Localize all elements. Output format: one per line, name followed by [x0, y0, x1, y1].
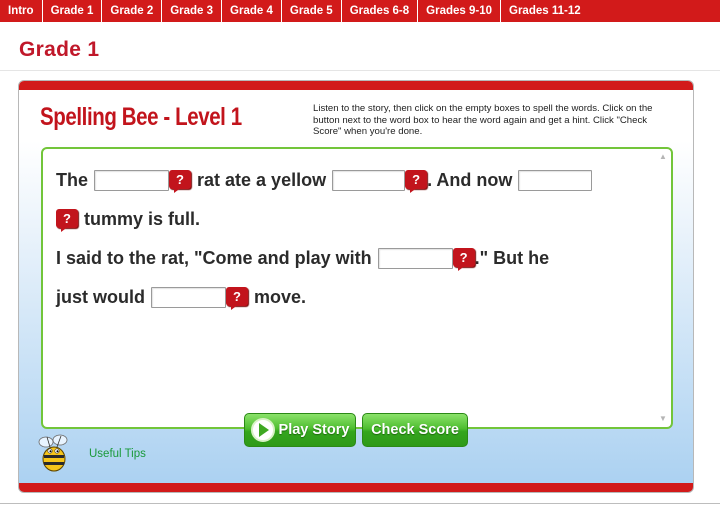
- hint-bubble-icon[interactable]: ?: [226, 287, 248, 310]
- tab-grades-9-10[interactable]: Grades 9-10: [418, 0, 502, 22]
- story-text: . And now: [427, 170, 513, 190]
- hint-bubble-icon[interactable]: ?: [405, 170, 428, 193]
- scroll-down-icon[interactable]: ▼: [659, 415, 667, 423]
- tab-grades-11-12[interactable]: Grades 11-12: [501, 0, 589, 22]
- tab-grade-3[interactable]: Grade 3: [162, 0, 223, 22]
- page-title: Grade 1: [19, 38, 100, 61]
- spelling-game-panel: Spelling Bee - Level 1 Listen to the sto…: [18, 80, 694, 493]
- tab-intro[interactable]: Intro: [0, 0, 43, 22]
- story-text: I said to the rat, "Come and play with: [56, 248, 372, 268]
- tab-grade-4[interactable]: Grade 4: [222, 0, 282, 22]
- play-icon: [250, 418, 275, 442]
- play-story-label: Play Story: [278, 422, 350, 438]
- title-divider: [0, 70, 720, 71]
- story-line: I said to the rat, "Come and play with ?…: [56, 248, 550, 271]
- check-score-label: Check Score: [371, 422, 459, 438]
- tab-grade-1[interactable]: Grade 1: [43, 0, 103, 22]
- story-text: ." But he: [474, 248, 550, 268]
- story-text: tummy is full.: [84, 209, 201, 229]
- word-input-2[interactable]: [332, 170, 406, 191]
- tab-grade-2[interactable]: Grade 2: [102, 0, 163, 22]
- story-line: The ? rat ate a yellow ? . And now: [56, 170, 593, 193]
- check-score-button[interactable]: Check Score: [362, 413, 468, 447]
- story-text: The: [56, 170, 89, 190]
- story-line: just would ? move.: [56, 287, 307, 310]
- tab-grades-6-8[interactable]: Grades 6-8: [342, 0, 419, 22]
- useful-tips-link[interactable]: Useful Tips: [89, 448, 146, 460]
- word-input-1[interactable]: [94, 170, 170, 191]
- page-bottom-divider: [0, 503, 720, 504]
- play-story-button[interactable]: Play Story: [244, 413, 356, 447]
- hint-bubble-icon[interactable]: ?: [169, 170, 192, 193]
- bee-icon: [38, 434, 68, 472]
- hint-bubble-icon[interactable]: ?: [56, 209, 78, 232]
- story-text: just would: [56, 287, 145, 307]
- word-input-5[interactable]: [151, 287, 226, 308]
- story-text: rat ate a yellow: [197, 170, 327, 190]
- scroll-up-icon[interactable]: ▲: [659, 153, 667, 161]
- game-instructions: Listen to the story, then click on the e…: [313, 103, 653, 137]
- game-bottom-bar: [19, 483, 693, 492]
- game-top-bar: [19, 81, 693, 90]
- tab-grade-5[interactable]: Grade 5: [282, 0, 342, 22]
- top-nav: Intro Grade 1 Grade 2 Grade 3 Grade 4 Gr…: [0, 0, 720, 22]
- story-text: move.: [254, 287, 307, 307]
- story-line: ? tummy is full.: [56, 209, 201, 232]
- story-box: The ? rat ate a yellow ? . And now ? tum…: [41, 147, 673, 429]
- game-title: Spelling Bee - Level 1: [40, 103, 242, 131]
- word-input-4[interactable]: [377, 248, 453, 269]
- word-input-3[interactable]: [518, 170, 593, 191]
- hint-bubble-icon[interactable]: ?: [452, 248, 475, 271]
